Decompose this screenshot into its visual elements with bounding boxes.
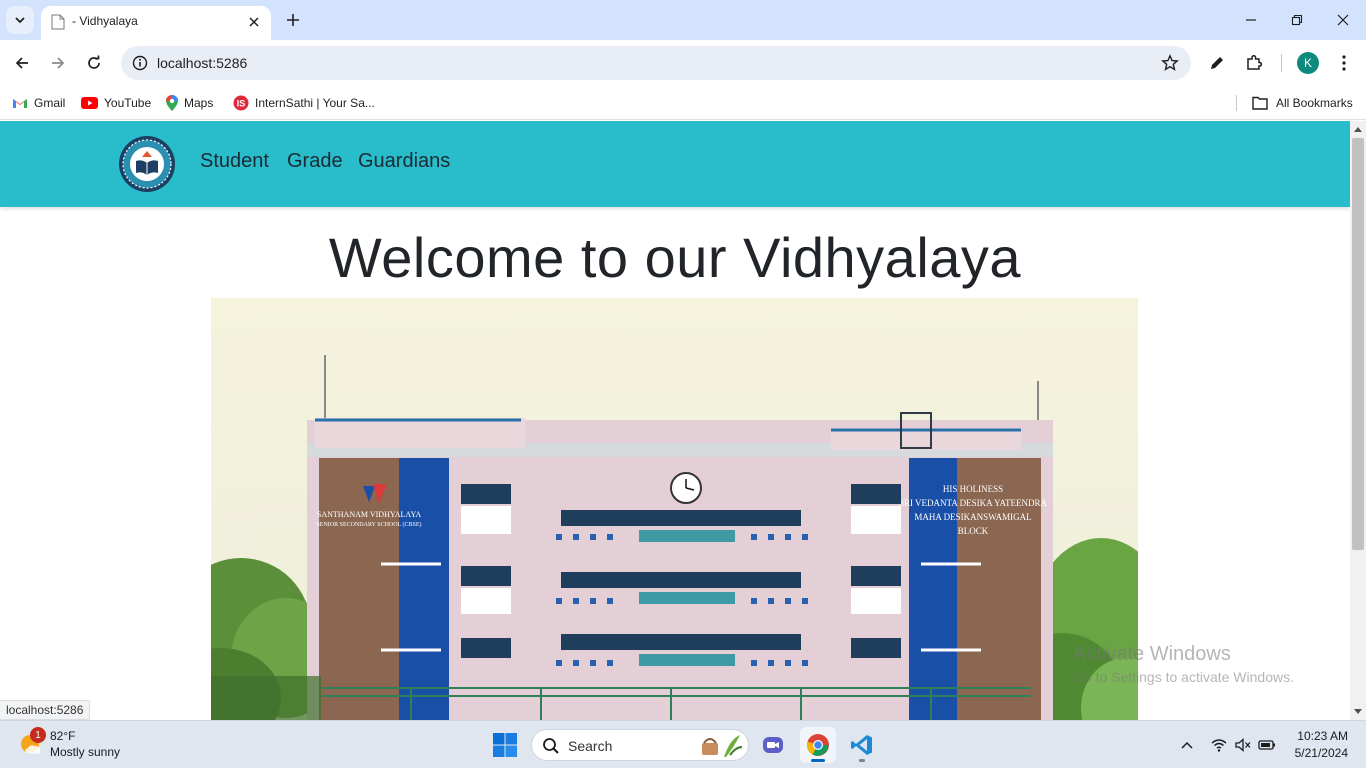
right-sign-line-4: BLOCK bbox=[958, 526, 989, 536]
search-highlight-art bbox=[702, 735, 743, 757]
nav-link-grade[interactable]: Grade bbox=[287, 150, 343, 173]
video-call-icon bbox=[763, 737, 783, 753]
left-sign-line-1: SANTHANAM VIDHYALAYA bbox=[317, 510, 421, 519]
chrome-icon bbox=[806, 734, 829, 756]
tab-title: - Vidhyalaya bbox=[72, 14, 138, 28]
bookmarks-divider bbox=[1236, 95, 1237, 111]
page-scrollbar[interactable] bbox=[1350, 121, 1366, 720]
all-bookmarks-label: All Bookmarks bbox=[1276, 96, 1353, 110]
bookmark-label: Maps bbox=[184, 96, 214, 110]
tab-strip: - Vidhyalaya bbox=[0, 0, 1366, 40]
scroll-down-icon[interactable] bbox=[1354, 708, 1362, 716]
site-navbar: Student Grade Guardians bbox=[0, 121, 1350, 207]
bookmark-gmail[interactable]: Gmail bbox=[12, 92, 65, 114]
new-tab-button[interactable] bbox=[281, 8, 305, 32]
clock-date: 5/21/2024 bbox=[1294, 746, 1348, 760]
bookmark-youtube[interactable]: YouTube bbox=[81, 92, 151, 114]
address-bar[interactable]: localhost:5286 bbox=[121, 46, 1191, 80]
right-sign-line-1: HIS HOLINESS bbox=[943, 484, 1003, 494]
menu-dots-icon[interactable] bbox=[1330, 49, 1358, 77]
taskbar-chrome-app[interactable] bbox=[800, 727, 836, 763]
restore-button[interactable] bbox=[1282, 6, 1312, 34]
weather-description: Mostly sunny bbox=[50, 745, 121, 759]
bookmark-internsathi[interactable]: IS InternSathi | Your Sa... bbox=[233, 92, 375, 114]
taskbar-vscode-app[interactable] bbox=[844, 727, 880, 763]
bookmark-label: Gmail bbox=[34, 96, 66, 110]
page-viewport: Student Grade Guardians Welcome to our V… bbox=[0, 121, 1350, 720]
chevron-down-icon bbox=[15, 17, 25, 24]
reload-icon bbox=[88, 55, 100, 69]
maps-icon bbox=[166, 95, 178, 111]
plus-icon bbox=[287, 14, 299, 26]
minimize-icon bbox=[1246, 19, 1256, 21]
activate-windows-subtitle: Go to Settings to activate Windows. bbox=[1073, 669, 1294, 685]
profile-avatar[interactable]: K bbox=[1297, 52, 1319, 74]
right-sign-line-2: SRI VEDANTA DESIKA YATEENDRA bbox=[899, 498, 1048, 508]
active-app-indicator bbox=[811, 759, 825, 762]
nav-link-guardians[interactable]: Guardians bbox=[358, 150, 450, 173]
bookmark-maps[interactable]: Maps bbox=[166, 92, 213, 114]
bookmark-label: InternSathi | Your Sa... bbox=[255, 96, 375, 110]
windows-start-icon[interactable] bbox=[492, 732, 518, 758]
forward-button[interactable] bbox=[44, 49, 72, 77]
clock-time: 10:23 AM bbox=[1297, 729, 1348, 743]
search-icon bbox=[543, 738, 559, 754]
school-logo[interactable] bbox=[118, 135, 176, 193]
wifi-icon[interactable] bbox=[1209, 735, 1229, 755]
speaker-muted-icon[interactable] bbox=[1233, 735, 1253, 755]
browser-tab[interactable]: - Vidhyalaya bbox=[41, 6, 271, 40]
link-status-tooltip: localhost:5286 bbox=[0, 700, 91, 720]
show-hidden-icons-chevron-icon[interactable] bbox=[1177, 735, 1197, 755]
tab-search-button[interactable] bbox=[6, 6, 34, 34]
scroll-thumb[interactable] bbox=[1352, 138, 1364, 550]
right-sign-line-3: MAHA DESIKANSWAMIGAL bbox=[914, 512, 1031, 522]
weather-temp: 82°F bbox=[50, 729, 76, 743]
reload-button[interactable] bbox=[80, 49, 108, 77]
windows-taskbar: 1 82°F Mostly sunny Search 10:23 AM 5/21… bbox=[0, 720, 1366, 768]
activate-windows-title: Activate Windows bbox=[1073, 643, 1231, 665]
left-sign-line-2: SENIOR SECONDARY SCHOOL (CBSE) bbox=[316, 521, 421, 528]
arrow-left-icon bbox=[15, 57, 28, 69]
bookmarks-bar: Gmail YouTube Maps IS InternSathi | Your… bbox=[0, 86, 1366, 120]
gmail-icon bbox=[13, 99, 27, 108]
close-tab-icon[interactable] bbox=[245, 13, 263, 31]
search-label: Search bbox=[568, 738, 613, 754]
youtube-icon bbox=[81, 97, 98, 109]
weather-alert-badge: 1 bbox=[30, 727, 46, 743]
url-text[interactable]: localhost:5286 bbox=[157, 55, 247, 71]
restore-icon bbox=[1291, 14, 1303, 26]
close-window-button[interactable] bbox=[1328, 6, 1358, 34]
vscode-icon bbox=[851, 735, 872, 755]
arrow-right-icon bbox=[52, 57, 65, 69]
all-bookmarks-button[interactable]: All Bookmarks bbox=[1252, 92, 1353, 114]
toolbar-divider bbox=[1281, 54, 1282, 72]
scroll-up-icon[interactable] bbox=[1354, 125, 1362, 133]
svg-text:IS: IS bbox=[237, 99, 246, 109]
folder-icon bbox=[1252, 96, 1268, 110]
internsathi-icon: IS bbox=[233, 95, 249, 111]
minimize-button[interactable] bbox=[1236, 6, 1266, 34]
hero-title: Welcome to our Vidhyalaya bbox=[328, 226, 1022, 289]
site-info-icon[interactable] bbox=[129, 52, 151, 74]
nav-link-student[interactable]: Student bbox=[200, 150, 269, 173]
taskbar-meet-app[interactable] bbox=[755, 727, 791, 763]
close-icon bbox=[1337, 14, 1349, 26]
bookmark-star-icon[interactable] bbox=[1159, 52, 1181, 74]
browser-toolbar: localhost:5286 K bbox=[0, 40, 1366, 86]
back-button[interactable] bbox=[8, 49, 36, 77]
page-icon bbox=[51, 14, 65, 30]
extensions-icon[interactable] bbox=[1240, 49, 1268, 77]
school-building-image: SANTHANAM VIDHYALAYA SENIOR SECONDARY SC… bbox=[211, 298, 1138, 720]
edit-pen-icon[interactable] bbox=[1203, 49, 1231, 77]
taskbar-search-box[interactable]: Search bbox=[531, 729, 749, 761]
bookmark-label: YouTube bbox=[104, 96, 152, 110]
running-app-indicator bbox=[859, 759, 865, 762]
